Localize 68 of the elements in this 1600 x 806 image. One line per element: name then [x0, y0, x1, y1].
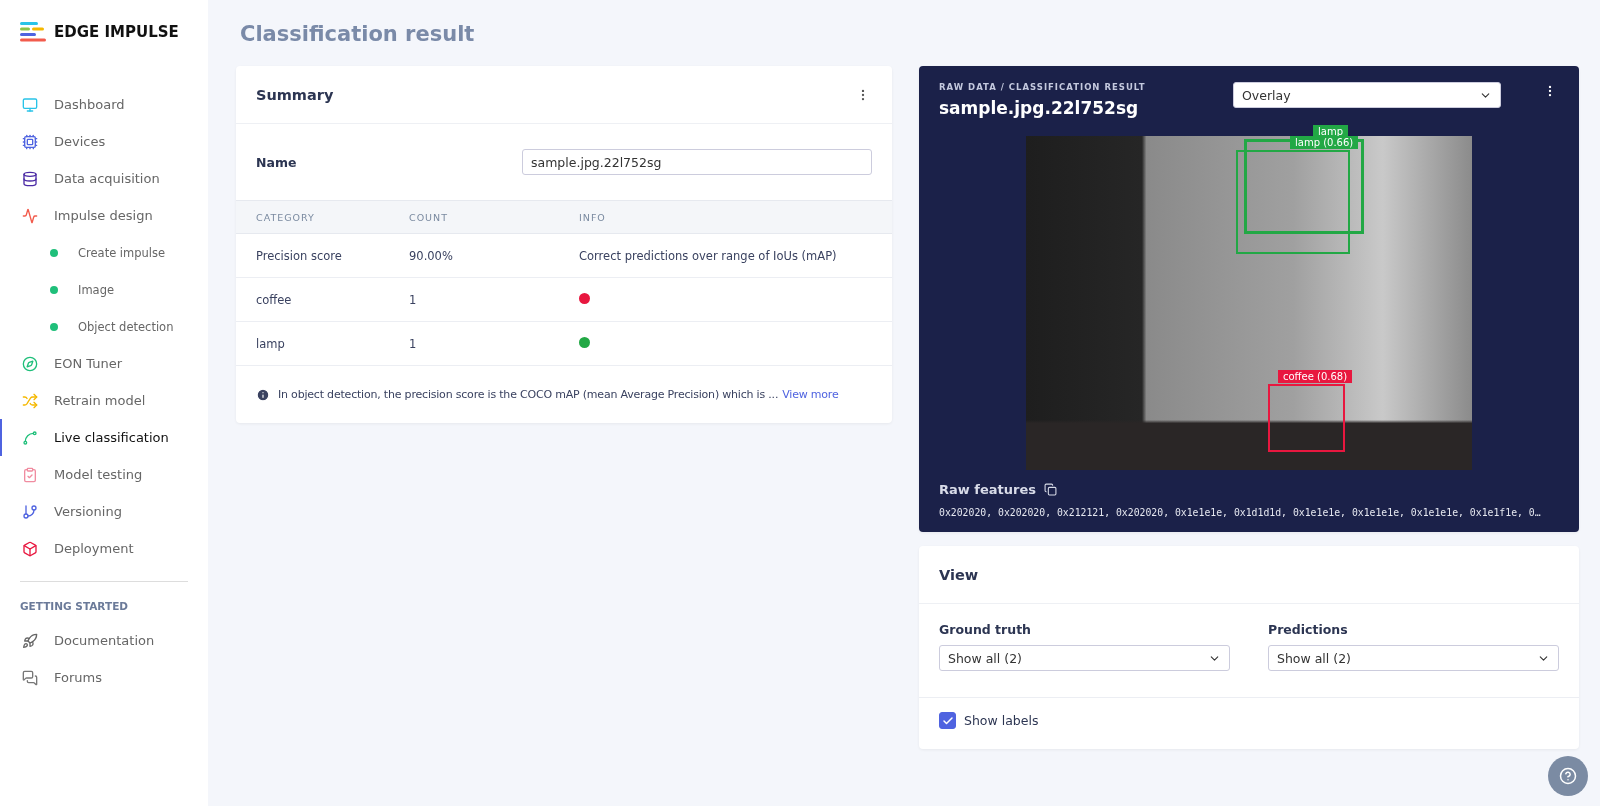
name-input[interactable]: sample.jpg.22l752sg [522, 149, 872, 175]
status-dot [50, 322, 58, 331]
section-title: Raw features [939, 482, 1036, 497]
sidebar-item[interactable]: Model testing [0, 456, 208, 493]
check-icon [941, 714, 954, 727]
sidebar-item[interactable]: Versioning [0, 493, 208, 530]
sidebar-item[interactable]: Dashboard [0, 86, 208, 123]
status-dot [50, 248, 58, 257]
column-header: CATEGORY [236, 200, 389, 234]
field-label: Name [256, 154, 297, 170]
sidebar-item[interactable]: Impulse design [0, 197, 208, 234]
column-header: COUNT [389, 200, 559, 234]
table-cell: coffee [236, 277, 389, 322]
checkbox-label: Show labels [964, 713, 1039, 728]
box-label: coffee (0.68) [1278, 370, 1353, 383]
info-icon [256, 387, 270, 402]
card-title: Summary [256, 86, 334, 103]
sidebar-item[interactable]: Retrain model [0, 382, 208, 419]
ground-truth-select[interactable]: Show all (2) [939, 645, 1230, 671]
chat-icon [22, 669, 38, 686]
raw-features-text: 0x202020, 0x202020, 0x212121, 0x202020, 0x1e1e1e, 0x1d1d1d, 0x1e1e1e, 0x1e1e1e, 0x1e1e1e, 0x1e1f1e, 0… [939, 507, 1542, 518]
table-cell: Correct predictions over range of IoUs (mAP) [559, 233, 892, 278]
section-heading: GETTING STARTED [19, 600, 130, 612]
mode-select[interactable]: Overlay [1233, 82, 1501, 108]
clipboard-icon [22, 466, 38, 483]
brand-name: EDGE IMPULSE [54, 23, 179, 41]
field-label: Predictions [1268, 622, 1349, 637]
pulse-icon [22, 207, 38, 224]
breadcrumb: RAW DATA / CLASSIFICATION RESULT [939, 82, 1147, 92]
rocket-icon [22, 632, 38, 649]
sidebar-subitem[interactable]: Create impulse [0, 234, 208, 271]
column-header: INFO [559, 200, 892, 234]
sidebar-link[interactable]: Forums [0, 659, 208, 696]
shuffle-icon [22, 392, 38, 409]
view-more-link[interactable]: View more [782, 388, 839, 401]
box-label: lamp (0.66) [1290, 136, 1359, 149]
table-cell: 90.00% [389, 233, 559, 278]
copy-icon[interactable] [1044, 483, 1057, 496]
table-cell: lamp [236, 321, 389, 366]
logo-icon [20, 22, 46, 42]
monitor-icon [22, 96, 38, 113]
sidebar-item[interactable]: Live classification [0, 419, 208, 456]
sidebar-item[interactable]: EON Tuner [0, 345, 208, 382]
branch-icon [22, 503, 38, 520]
status-dot [50, 285, 58, 294]
note-text: In object detection, the precision score is the COCO mAP (mean Average Precision) which is ... View more [278, 388, 839, 401]
curve-icon [22, 429, 38, 446]
checkbox[interactable] [939, 712, 956, 729]
sidebar-item[interactable]: Deployment [0, 530, 208, 567]
sidebar-item[interactable]: Data acquisition [0, 160, 208, 197]
sidebar-link[interactable]: Documentation [0, 622, 208, 659]
table-cell: 1 [389, 321, 559, 366]
help-icon [1559, 767, 1577, 785]
sidebar-subitem[interactable]: Object detection [0, 308, 208, 345]
sample-title: sample.jpg.22l752sg [939, 98, 1140, 118]
chip-icon [22, 133, 38, 150]
page-title: Classification result [240, 22, 476, 46]
predictions-select[interactable]: Show all (2) [1268, 645, 1559, 671]
sidebar-subitem[interactable]: Image [0, 271, 208, 308]
field-label: Ground truth [939, 622, 1033, 637]
compass-icon [22, 355, 38, 372]
table-cell: Precision score [236, 233, 389, 278]
table-cell: 1 [389, 277, 559, 322]
sidebar-item[interactable]: Devices [0, 123, 208, 160]
card-title: View [939, 566, 979, 583]
database-icon [22, 170, 38, 187]
help-button[interactable] [1548, 756, 1588, 796]
box-icon [22, 540, 38, 557]
